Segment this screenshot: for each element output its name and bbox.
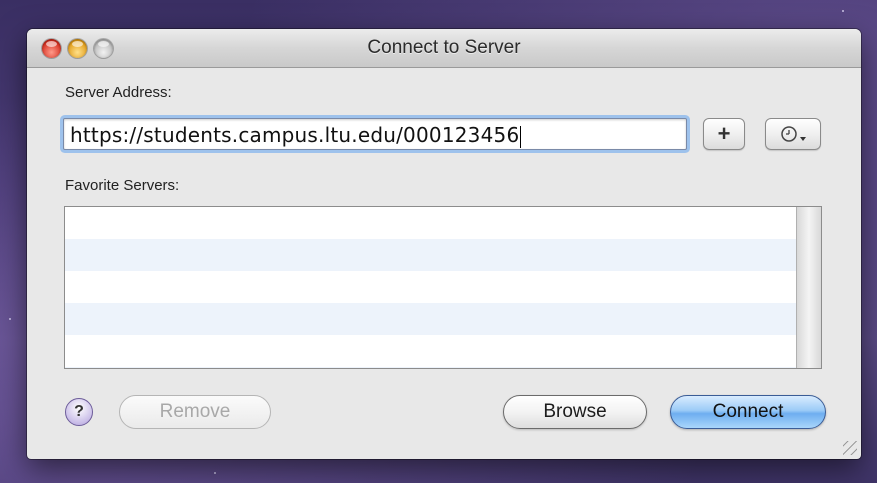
resize-grip[interactable] — [843, 441, 857, 455]
clock-icon — [781, 126, 806, 142]
favorite-servers-label: Favorite Servers: — [65, 177, 180, 194]
desktop-star — [214, 472, 216, 474]
list-item[interactable] — [65, 303, 821, 335]
plus-icon: + — [717, 121, 731, 146]
list-item[interactable] — [65, 207, 821, 239]
window-title: Connect to Server — [367, 37, 521, 58]
connect-button[interactable]: Connect — [670, 395, 826, 429]
vertical-scrollbar[interactable] — [796, 207, 821, 368]
connect-to-server-window: Connect to Server Server Address: https:… — [27, 29, 861, 459]
server-address-value: https://students.campus.ltu.edu/00012345… — [70, 123, 520, 147]
recent-servers-button[interactable] — [765, 118, 821, 150]
text-cursor — [520, 125, 522, 148]
favorite-servers-list[interactable] — [64, 206, 822, 369]
remove-button[interactable]: Remove — [119, 395, 271, 429]
desktop-star — [842, 10, 844, 12]
browse-button[interactable]: Browse — [503, 395, 647, 429]
list-item[interactable] — [65, 239, 821, 271]
add-favorite-button[interactable]: + — [703, 118, 745, 150]
list-item[interactable] — [65, 367, 821, 368]
help-icon: ? — [74, 403, 84, 420]
list-item[interactable] — [65, 271, 821, 303]
server-address-input[interactable]: https://students.campus.ltu.edu/00012345… — [63, 118, 687, 150]
server-address-label: Server Address: — [65, 84, 172, 101]
title-bar[interactable]: Connect to Server — [27, 29, 861, 68]
list-item[interactable] — [65, 335, 821, 367]
desktop-star — [9, 318, 11, 320]
help-button[interactable]: ? — [65, 398, 93, 426]
